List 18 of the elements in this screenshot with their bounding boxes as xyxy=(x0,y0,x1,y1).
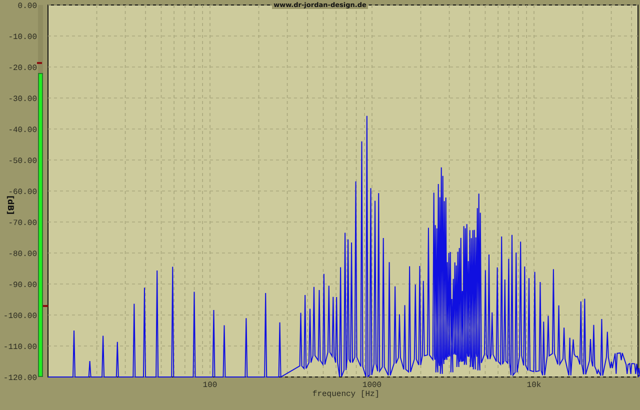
y-tick-label: -50.00 xyxy=(8,157,37,166)
y-axis-title: [dB] xyxy=(6,195,15,215)
y-tick-label: -100.00 xyxy=(3,312,37,321)
y-tick-label: -10.00 xyxy=(8,33,37,42)
y-tick-label: -70.00 xyxy=(8,219,37,228)
x-tick-label: 1000 xyxy=(362,381,382,390)
x-tick-label: 10k xyxy=(526,381,542,390)
y-tick-label: -60.00 xyxy=(8,188,37,197)
y-tick-label: -110.00 xyxy=(3,343,37,352)
y-tick-label: -30.00 xyxy=(8,95,37,104)
x-axis-title: frequency [Hz] xyxy=(312,390,380,399)
y-tick-label: -80.00 xyxy=(8,250,37,259)
y-tick-label: -90.00 xyxy=(8,281,37,290)
y-tick-label: -40.00 xyxy=(8,126,37,135)
y-tick-label: 0.00 xyxy=(18,2,37,11)
y-tick-label: -20.00 xyxy=(8,64,37,73)
x-tick-label: 100 xyxy=(202,381,218,390)
y-tick-label: -120.00 xyxy=(3,374,37,383)
